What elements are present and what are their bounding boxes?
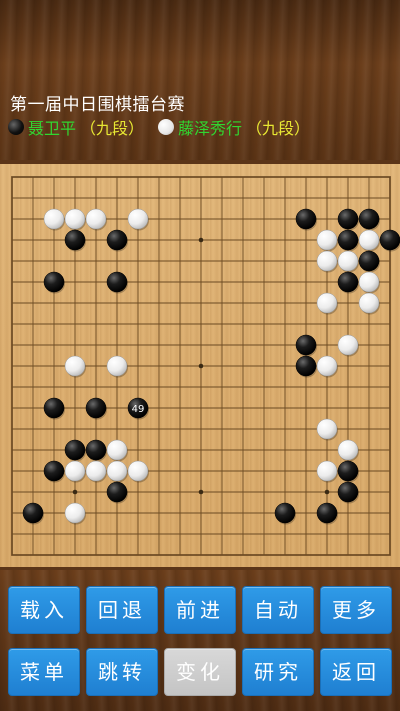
black-stone[interactable] [316, 502, 338, 524]
star-point [198, 237, 204, 243]
white-stone[interactable] [64, 502, 86, 524]
black-stone-icon [8, 119, 24, 135]
move-number-label: 49 [132, 404, 145, 415]
menu-button[interactable]: 菜单 [8, 648, 80, 696]
white-stone[interactable] [316, 250, 338, 272]
black-stone[interactable] [43, 460, 65, 482]
forward-button[interactable]: 前进 [164, 586, 236, 634]
white-stone[interactable] [358, 271, 380, 293]
white-stone[interactable] [316, 229, 338, 251]
back-button[interactable]: 回退 [86, 586, 158, 634]
white-stone[interactable] [64, 460, 86, 482]
white-stone[interactable] [64, 355, 86, 377]
player-info: 聂卫平 （九段） 藤泽秀行 （九段） [8, 116, 310, 138]
black-stone[interactable] [85, 439, 107, 461]
white-stone[interactable] [106, 355, 128, 377]
white-stone[interactable] [64, 208, 86, 230]
go-board-grid[interactable]: 49 [0, 164, 400, 567]
study-button[interactable]: 研究 [242, 648, 314, 696]
black-stone[interactable] [295, 355, 317, 377]
black-player-name: 聂卫平 [28, 119, 77, 138]
star-point [198, 489, 204, 495]
black-stone[interactable] [295, 208, 317, 230]
button-row-2: 菜单 跳转 变化 研究 返回 [0, 648, 400, 696]
black-stone[interactable] [64, 229, 86, 251]
white-stone[interactable] [337, 439, 359, 461]
more-button[interactable]: 更多 [320, 586, 392, 634]
black-stone[interactable] [64, 439, 86, 461]
black-stone[interactable] [22, 502, 44, 524]
return-button[interactable]: 返回 [320, 648, 392, 696]
star-point [72, 489, 78, 495]
white-stone[interactable] [106, 460, 128, 482]
go-board[interactable]: 49 [0, 164, 400, 567]
black-stone[interactable] [274, 502, 296, 524]
star-point [198, 363, 204, 369]
white-stone-icon [158, 119, 175, 135]
black-stone[interactable] [43, 271, 65, 293]
white-player-name: 藤泽秀行 [178, 119, 243, 138]
white-stone[interactable] [85, 208, 107, 230]
white-stone[interactable] [127, 208, 149, 230]
white-stone[interactable] [85, 460, 107, 482]
white-stone[interactable] [106, 439, 128, 461]
white-stone[interactable] [358, 292, 380, 314]
jump-button[interactable]: 跳转 [86, 648, 158, 696]
button-row-1: 载入 回退 前进 自动 更多 [0, 586, 400, 634]
black-stone[interactable] [379, 229, 400, 251]
game-title: 第一届中日围棋擂台赛 [10, 95, 185, 115]
white-stone[interactable] [337, 250, 359, 272]
black-stone[interactable] [106, 481, 128, 503]
white-stone[interactable] [337, 334, 359, 356]
white-player-rank: （九段） [246, 119, 311, 138]
black-stone[interactable] [337, 208, 359, 230]
star-point [324, 489, 330, 495]
auto-button[interactable]: 自动 [242, 586, 314, 634]
black-stone[interactable] [337, 481, 359, 503]
black-stone[interactable] [358, 208, 380, 230]
white-stone[interactable] [358, 229, 380, 251]
load-button[interactable]: 载入 [8, 586, 80, 634]
black-stone[interactable] [337, 271, 359, 293]
black-stone[interactable] [106, 229, 128, 251]
white-stone[interactable] [127, 460, 149, 482]
white-stone[interactable] [43, 208, 65, 230]
black-stone[interactable] [295, 334, 317, 356]
black-stone[interactable] [43, 397, 65, 419]
black-player-rank: （九段） [80, 119, 145, 138]
black-stone[interactable] [337, 460, 359, 482]
black-stone[interactable] [85, 397, 107, 419]
white-stone[interactable] [316, 355, 338, 377]
black-stone[interactable] [337, 229, 359, 251]
black-stone[interactable] [106, 271, 128, 293]
variation-button[interactable]: 变化 [164, 648, 236, 696]
black-stone[interactable] [358, 250, 380, 272]
white-stone[interactable] [316, 418, 338, 440]
white-stone[interactable] [316, 460, 338, 482]
white-stone[interactable] [316, 292, 338, 314]
